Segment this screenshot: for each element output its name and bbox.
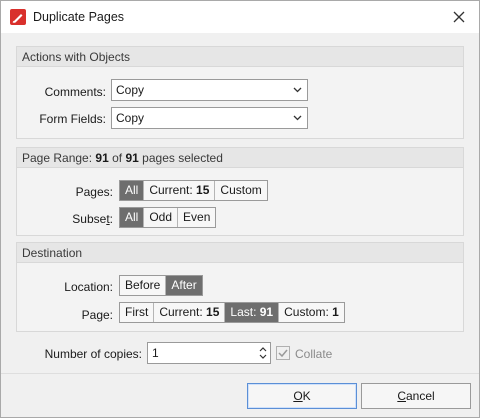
footer-divider [1,373,479,374]
collate-checkbox[interactable] [276,346,290,360]
pages-option-custom[interactable]: Custom [215,181,266,200]
objects-group-heading: Actions with Objects [17,47,463,67]
location-option-after[interactable]: After [166,276,202,295]
form-fields-value: Copy [116,111,145,125]
check-icon [278,349,288,358]
page-option-current[interactable]: Current: 15 [154,303,226,322]
page-range-suffix: pages selected [142,151,223,165]
page-range-prefix: Page Range: [22,151,93,165]
title-bar: Duplicate Pages [1,1,479,33]
location-segmented: Before After [119,275,203,296]
form-fields-label: Form Fields: [39,112,106,126]
collate-label: Collate [295,347,333,361]
pages-option-current[interactable]: Current: 15 [144,181,216,200]
subset-option-odd[interactable]: Odd [144,208,179,227]
duplicate-pages-dialog: Duplicate Pages Actions with Objects Com… [0,0,480,418]
comments-label: Comments: [44,85,106,99]
comments-select[interactable]: Copy [111,79,308,101]
location-option-before[interactable]: Before [120,276,167,295]
page-option-first[interactable]: First [120,303,155,322]
chevron-down-icon [293,87,302,93]
page-segmented: First Current: 15 Last: 91 Custom: 1 [119,302,345,323]
page-range-total-count: 91 [125,151,139,165]
page-option-last[interactable]: Last: 91 [225,303,280,322]
page-label: Page: [81,308,113,322]
page-range-selected-count: 91 [95,151,109,165]
form-fields-select[interactable]: Copy [111,107,308,129]
app-pen-icon [10,9,26,25]
window-title: Duplicate Pages [33,10,125,24]
chevron-down-icon [293,115,302,121]
page-range-of: of [112,151,123,165]
subset-option-all[interactable]: All [120,208,145,227]
subset-label: Subset: [72,212,113,226]
location-label: Location: [64,280,113,294]
spinner-arrows-icon[interactable] [258,344,268,362]
cancel-button[interactable]: Cancel [361,383,471,409]
subset-option-even[interactable]: Even [178,208,215,227]
pages-label: Pages: [75,185,113,199]
copies-value: 1 [152,346,159,360]
pages-option-all[interactable]: All [120,181,145,200]
pages-segmented: All Current: 15 Custom [119,180,268,201]
copies-spinner[interactable]: 1 [147,342,271,364]
destination-heading: Destination [17,243,463,263]
subset-segmented: All Odd Even [119,207,217,228]
close-icon[interactable] [449,7,469,27]
comments-value: Copy [116,83,145,97]
page-range-heading: Page Range: 91 of 91 pages selected [17,148,463,168]
ok-button[interactable]: OK [247,383,357,409]
page-option-custom[interactable]: Custom: 1 [279,303,344,322]
copies-label: Number of copies: [44,347,142,361]
